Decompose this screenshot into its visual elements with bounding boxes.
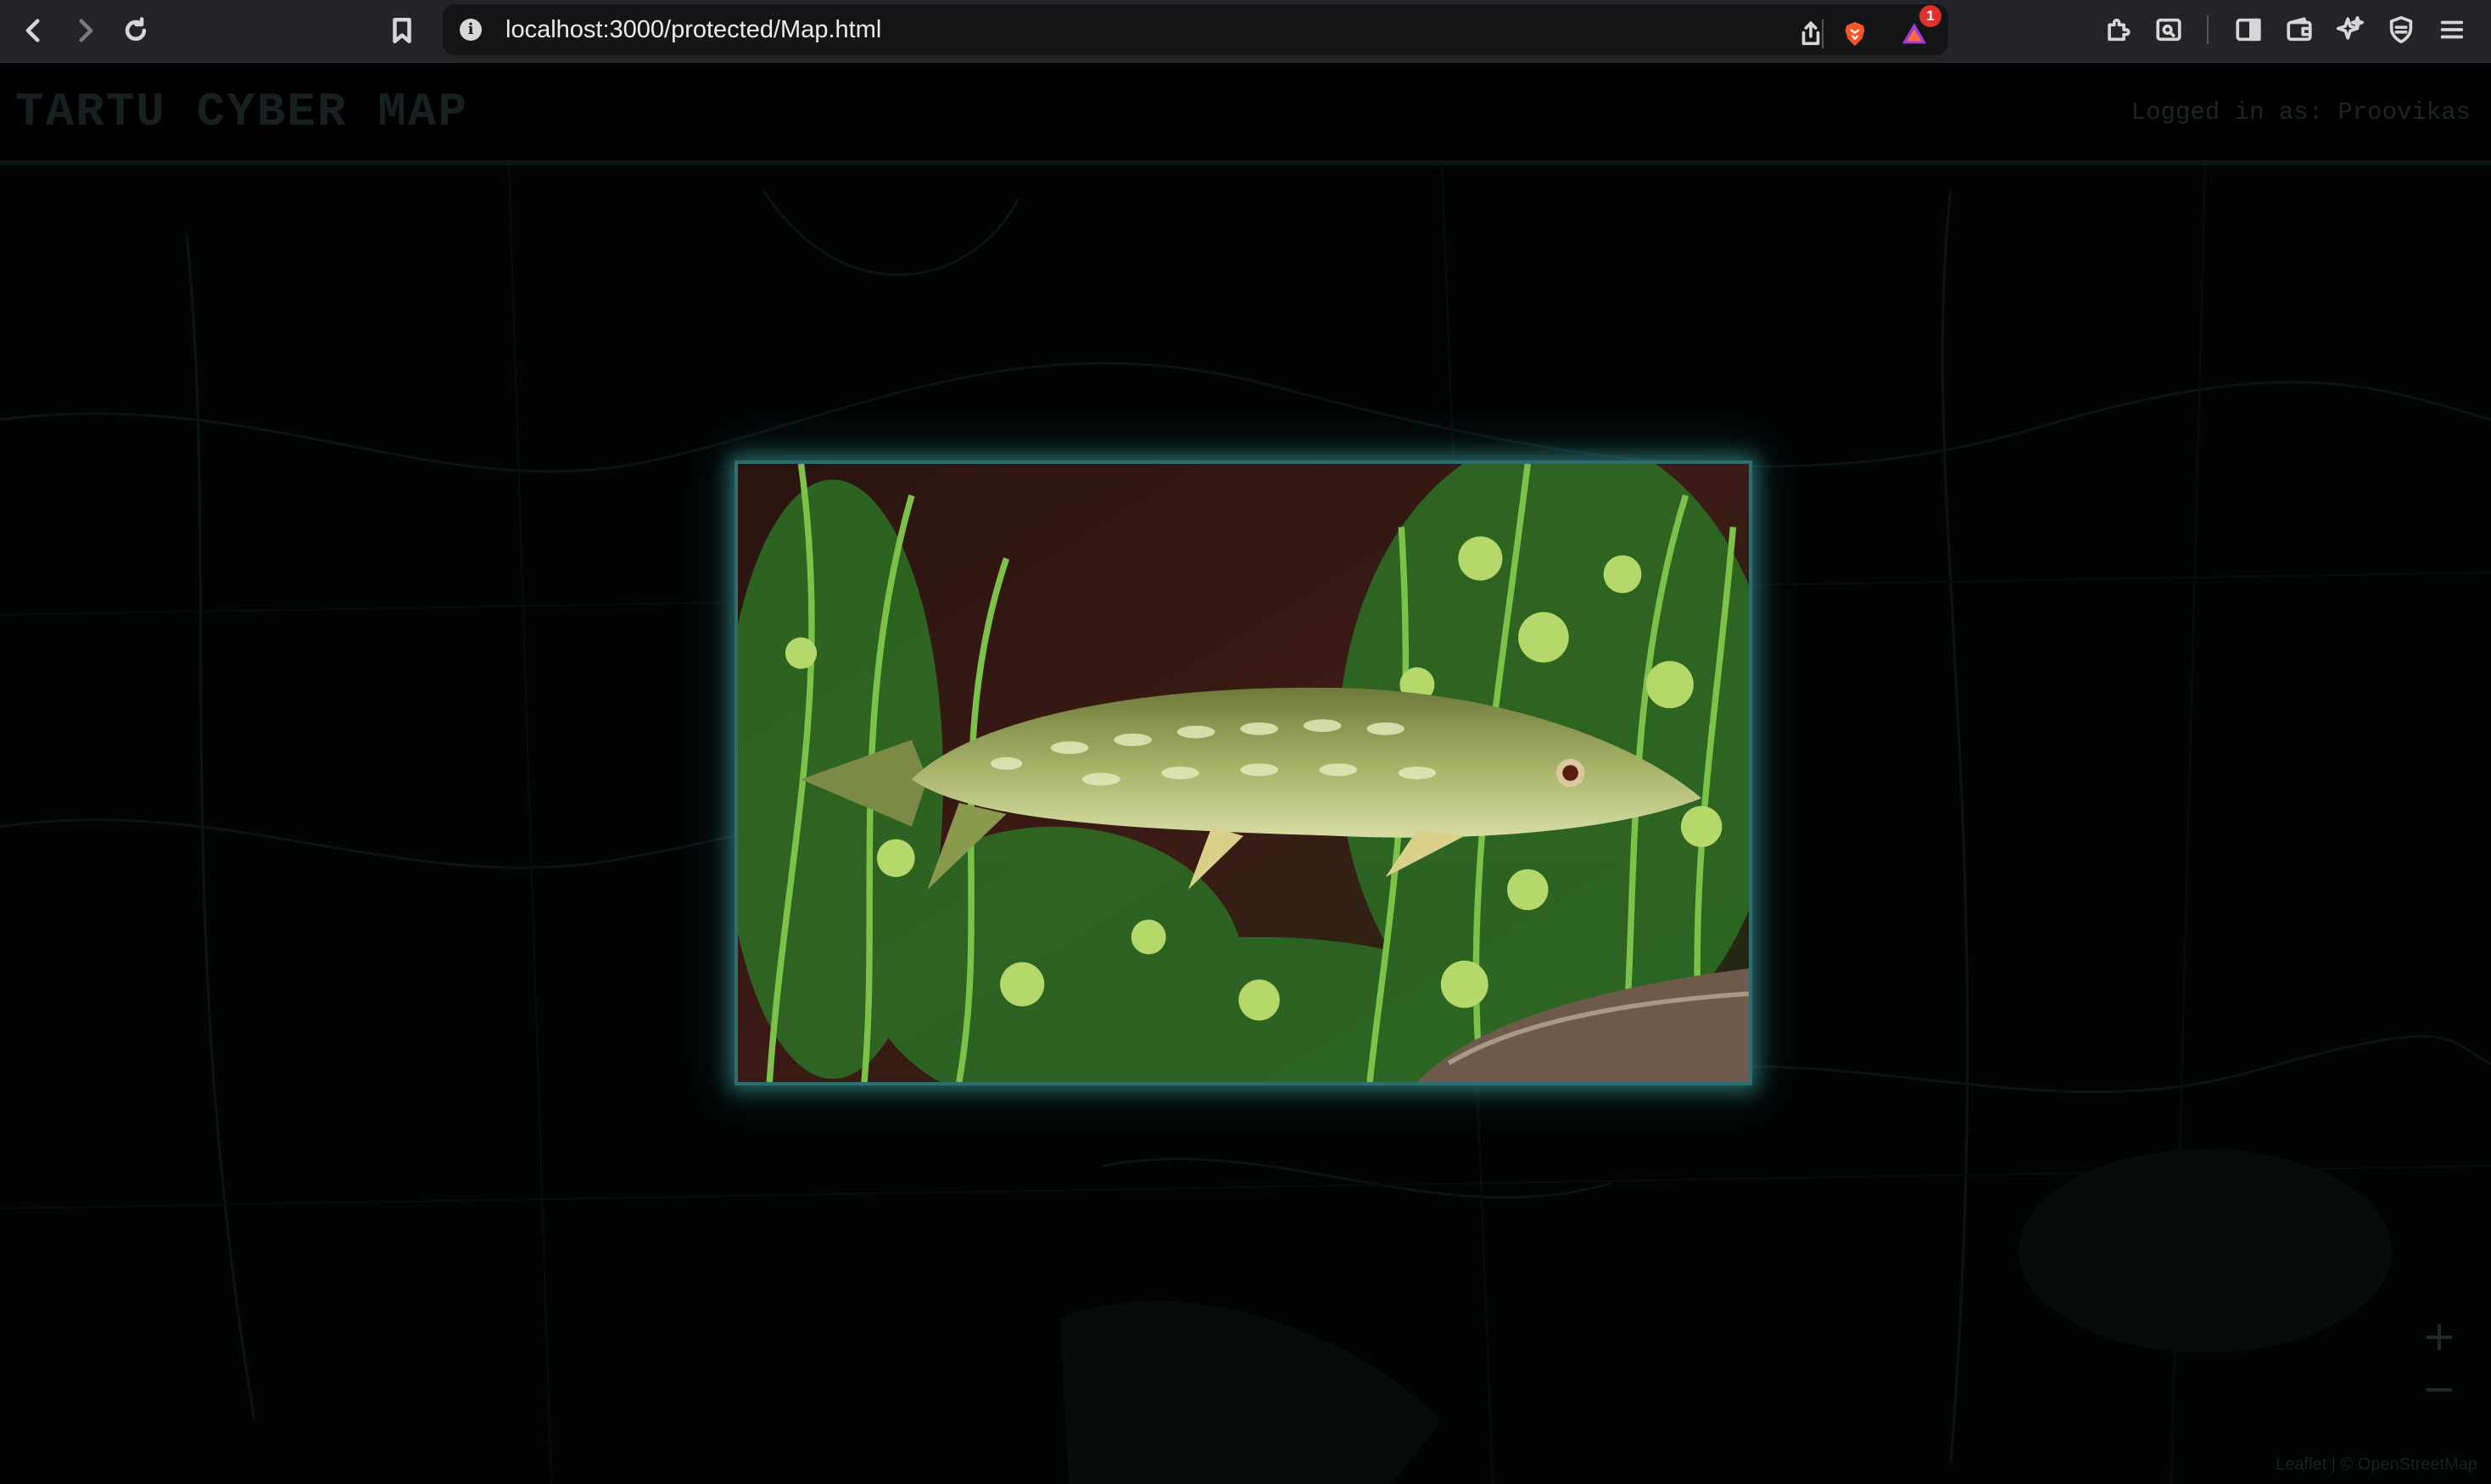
extensions-button[interactable]	[2100, 12, 2136, 47]
bookmark-icon	[393, 17, 411, 44]
wallet-button[interactable]	[2282, 12, 2317, 47]
site-info-icon[interactable]: i	[460, 19, 482, 41]
rewards-notification-badge: 1	[1919, 5, 1941, 27]
reload-icon	[125, 17, 147, 42]
chevron-left-icon	[25, 19, 40, 42]
page-content: TARTU CYBER MAP Logged in as: Proovikas	[0, 64, 2491, 1484]
back-button[interactable]	[15, 12, 53, 49]
login-status: Logged in as: Proovikas	[2131, 98, 2471, 126]
pike-fish-image	[738, 464, 1749, 1082]
sidebar-icon	[2236, 18, 2261, 42]
share-icon	[1801, 21, 1820, 46]
menu-button[interactable]	[2434, 12, 2470, 47]
forward-button[interactable]	[66, 12, 103, 49]
map-attribution[interactable]: Leaflet | © OpenStreetMap	[2276, 1453, 2477, 1476]
divider	[1822, 20, 1824, 48]
hamburger-menu-icon	[2440, 20, 2464, 39]
brave-shields-button[interactable]	[1837, 16, 1873, 52]
address-bar[interactable]: i localhost:3000/protected/Map.html	[443, 4, 1948, 55]
reload-button[interactable]	[117, 12, 154, 49]
zoom-out-button[interactable]: −	[2409, 1363, 2470, 1415]
zoom-in-button[interactable]: +	[2409, 1310, 2470, 1363]
divider	[2207, 15, 2209, 44]
wallet-icon	[2287, 17, 2312, 42]
reader-search-button[interactable]	[2151, 12, 2187, 47]
browser-toolbar: i localhost:3000/protected/Map.html 1	[0, 0, 2491, 63]
sparkle-icon	[2336, 15, 2365, 40]
vpn-button[interactable]	[2383, 12, 2419, 47]
puzzle-icon	[2108, 18, 2131, 42]
chevron-right-icon	[79, 19, 93, 42]
page-search-icon	[2156, 18, 2181, 42]
leo-ai-button[interactable]	[2332, 12, 2368, 47]
shield-icon	[2389, 15, 2413, 44]
site-header: TARTU CYBER MAP Logged in as: Proovikas	[0, 64, 2491, 165]
url-text[interactable]: localhost:3000/protected/Map.html	[505, 16, 881, 43]
bookmark-button[interactable]	[383, 12, 421, 49]
sidebar-toggle-button[interactable]	[2231, 12, 2266, 47]
site-title: TARTU CYBER MAP	[15, 85, 469, 139]
brave-lion-icon	[1845, 21, 1865, 47]
zoom-control: + −	[2409, 1310, 2470, 1415]
pike-image-popup[interactable]	[734, 460, 1752, 1085]
